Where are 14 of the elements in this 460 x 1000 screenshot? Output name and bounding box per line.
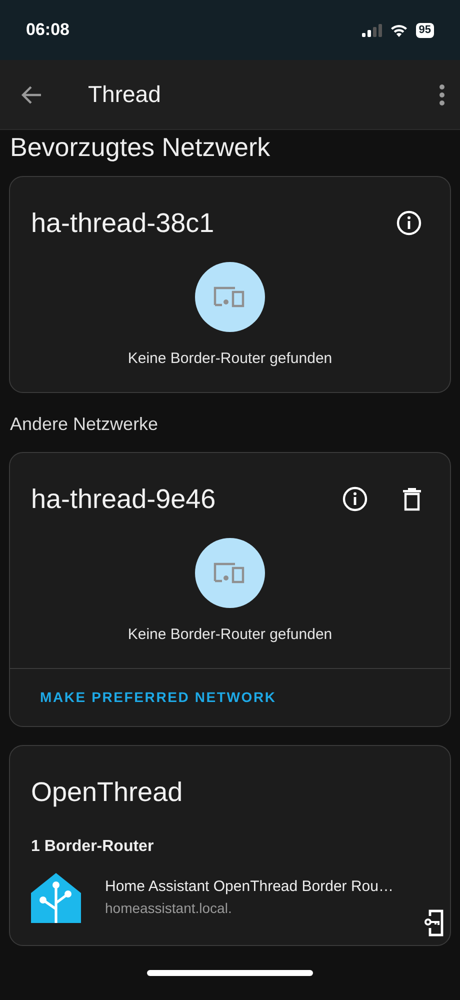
- router-host: homeassistant.local.: [105, 899, 233, 918]
- router-status-text: Keine Border-Router gefunden: [128, 348, 332, 368]
- router-count: 1 Border-Router: [31, 836, 155, 856]
- battery-level: 95: [416, 22, 434, 38]
- network-name: ha-thread-38c1: [31, 207, 214, 240]
- section-heading: Bevorzugtes Netzwerk: [10, 132, 272, 162]
- status-time: 06:08: [26, 19, 70, 42]
- network-name: ha-thread-9e46: [31, 483, 216, 516]
- make-preferred-button[interactable]: MAKE PREFERRED NETWORK: [30, 681, 286, 714]
- network-name: OpenThread: [31, 776, 184, 809]
- section-heading: Andere Netzwerke: [10, 413, 160, 436]
- page-title: Thread: [88, 80, 161, 110]
- router-status-text: Keine Border-Router gefunden: [128, 624, 332, 644]
- router-name: Home Assistant OpenThread Border Rou…: [105, 876, 394, 897]
